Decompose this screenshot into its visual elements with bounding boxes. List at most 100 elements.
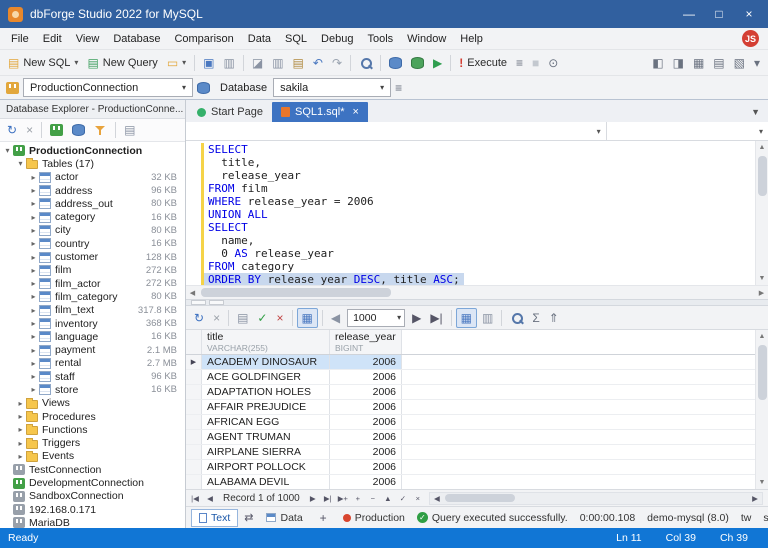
card-view-icon[interactable]: ▥ (478, 307, 497, 329)
layout-rows-icon[interactable]: ▤ (709, 52, 728, 74)
scrollbar-thumb[interactable] (201, 288, 391, 297)
expand-arrow-icon[interactable]: ▸ (15, 439, 26, 448)
editor-line[interactable]: SELECT (186, 221, 755, 234)
dropdown-arrow-icon[interactable]: ▾ (592, 127, 606, 136)
editor-line[interactable]: UNION ALL (186, 208, 755, 221)
collapse-arrow-icon[interactable]: ▾ (2, 146, 13, 155)
search-icon[interactable] (355, 52, 376, 74)
refresh-icon[interactable]: ↻ (3, 119, 21, 141)
table-row[interactable]: ALABAMA DEVIL 2006 (186, 475, 755, 489)
tree-item-mariadb[interactable]: MariaDB (0, 516, 185, 528)
row-selector[interactable] (186, 445, 202, 459)
account-badge[interactable]: JS (742, 30, 759, 47)
tree-item-customer[interactable]: ▸ customer 128 KB (0, 250, 185, 263)
pagination-toggle-icon[interactable]: ▦ (296, 307, 318, 328)
tree-item-procedures[interactable]: ▸ Procedures (0, 410, 185, 423)
view-options-icon[interactable]: ▤ (120, 119, 139, 141)
layout-grid-icon[interactable]: ▦ (689, 52, 708, 74)
connection-combo[interactable]: ProductionConnection ▾ (23, 78, 193, 97)
dropdown-arrow-icon[interactable]: ▾ (178, 83, 190, 92)
row-selector[interactable]: ▶ (186, 355, 202, 369)
expand-arrow-icon[interactable]: ▸ (28, 359, 39, 368)
table-row[interactable]: AIRPLANE SIERRA 2006 (186, 445, 755, 460)
menu-sql[interactable]: SQL (278, 30, 314, 48)
database-combo[interactable]: sakila ▾ (273, 78, 392, 97)
minimize-icon[interactable]: — (674, 2, 704, 26)
menu-database[interactable]: Database (106, 30, 167, 48)
row-selector[interactable] (186, 460, 202, 474)
execute-settings-icon[interactable]: ≡ (512, 52, 527, 74)
cancel-record-icon[interactable]: × (411, 491, 425, 506)
tree-item-payment[interactable]: ▸ payment 2.1 MB (0, 343, 185, 356)
database-sync-icon[interactable] (407, 52, 428, 74)
tree-item-testconnection[interactable]: TestConnection (0, 463, 185, 476)
paste-icon[interactable]: ▤ (289, 52, 308, 74)
dropdown-arrow-icon[interactable]: ▾ (376, 83, 388, 92)
grid-vertical-scrollbar[interactable]: ▲ ▼ (755, 330, 768, 489)
save-icon[interactable]: ▣ (199, 52, 218, 74)
new-window-icon[interactable]: ▧ (730, 52, 749, 74)
editor-line[interactable]: name, (186, 234, 755, 247)
insert-record-icon[interactable]: + (351, 491, 365, 506)
table-row[interactable]: AIRPORT POLLOCK 2006 (186, 460, 755, 475)
layout-right-icon[interactable]: ◨ (669, 52, 688, 74)
run-icon[interactable]: ▶ (429, 52, 446, 74)
open-file-button[interactable]: ▭ ▾ (163, 52, 190, 74)
table-row[interactable]: AFRICAN EGG 2006 (186, 415, 755, 430)
next-record-icon[interactable]: ▶ (306, 491, 320, 506)
expand-arrow-icon[interactable]: ▸ (28, 173, 39, 182)
scroll-down-icon[interactable]: ▼ (756, 272, 768, 285)
expand-arrow-icon[interactable]: ▸ (28, 253, 39, 262)
expand-arrow-icon[interactable]: ▸ (28, 306, 39, 315)
expand-arrow-icon[interactable]: ▸ (28, 332, 39, 341)
tree-item-views[interactable]: ▸ Views (0, 397, 185, 410)
tree-item-actor[interactable]: ▸ actor 32 KB (0, 171, 185, 184)
tree-item-film-actor[interactable]: ▸ film_actor 272 KB (0, 277, 185, 290)
dropdown-arrow-icon[interactable]: ▾ (394, 313, 404, 322)
column-header-release-year[interactable]: release_year BIGINT (330, 330, 402, 354)
scroll-left-icon[interactable]: ◀ (430, 491, 444, 506)
tree-item-functions[interactable]: ▸ Functions (0, 423, 185, 436)
aggregates-icon[interactable]: Σ (528, 307, 543, 329)
column-header-title[interactable]: title VARCHAR(255) (202, 330, 330, 354)
database-options-icon[interactable]: ≡ (395, 82, 402, 94)
expand-arrow-icon[interactable]: ▸ (15, 452, 26, 461)
scroll-up-icon[interactable]: ▲ (756, 330, 768, 343)
edit-record-icon[interactable]: ▲ (381, 491, 395, 506)
close-tab-icon[interactable]: × (353, 106, 359, 118)
layout-left-icon[interactable]: ◧ (648, 52, 667, 74)
rollback-icon[interactable]: × (272, 307, 287, 329)
cut-icon[interactable]: ◪ (248, 52, 267, 74)
expand-arrow-icon[interactable]: ▸ (15, 412, 26, 421)
row-selector[interactable] (186, 400, 202, 414)
splitter-handle[interactable] (191, 300, 206, 305)
tree-item-film-text[interactable]: ▸ film_text 317.8 KB (0, 304, 185, 317)
tree-item-category[interactable]: ▸ category 16 KB (0, 210, 185, 223)
expand-arrow-icon[interactable]: ▸ (28, 346, 39, 355)
undo-icon[interactable]: ↶ (309, 52, 327, 74)
editor-line[interactable]: title, (186, 156, 755, 169)
print-icon[interactable]: ▥ (220, 52, 239, 74)
database-refresh-icon[interactable] (385, 52, 406, 74)
menu-debug[interactable]: Debug (314, 30, 360, 48)
row-selector[interactable] (186, 430, 202, 444)
tab-sql1-sql[interactable]: SQL1.sql* × (271, 102, 368, 122)
switch-view-icon[interactable]: ⇄ (244, 511, 253, 524)
stop-icon[interactable]: ■ (528, 52, 543, 74)
last-page-icon[interactable]: ▶| (426, 307, 446, 329)
menu-view[interactable]: View (69, 30, 107, 48)
editor-line[interactable]: FROM film (186, 182, 755, 195)
tab-list-arrow-icon[interactable]: ▼ (745, 107, 766, 117)
editor-horizontal-scrollbar[interactable]: ◀ ▶ (186, 285, 768, 299)
expand-arrow-icon[interactable]: ▸ (28, 239, 39, 248)
prev-record-icon[interactable]: ◀ (203, 491, 217, 506)
last-record-icon[interactable]: ▶| (321, 491, 335, 506)
dropdown-arrow-icon[interactable]: ▾ (754, 127, 768, 136)
export-data-icon[interactable]: ⇑ (545, 307, 563, 329)
expand-arrow-icon[interactable]: ▸ (28, 266, 39, 275)
editor-line[interactable]: SELECT (186, 143, 755, 156)
new-record-icon[interactable]: ▶+ (336, 491, 350, 506)
tree-item-country[interactable]: ▸ country 16 KB (0, 237, 185, 250)
tree-item-inventory[interactable]: ▸ inventory 368 KB (0, 317, 185, 330)
search-results-icon[interactable] (506, 307, 527, 329)
